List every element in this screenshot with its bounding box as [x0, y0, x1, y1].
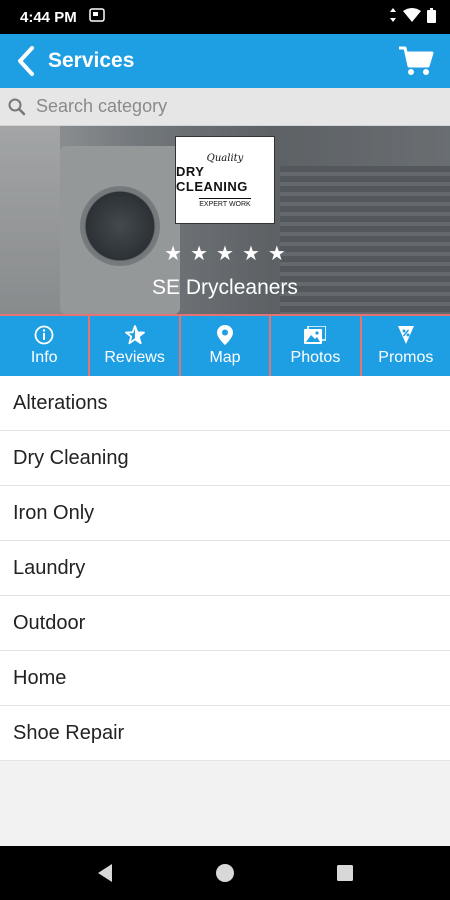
- category-list: Alterations Dry Cleaning Iron Only Laund…: [0, 376, 450, 761]
- status-bar: 4:44 PM: [0, 0, 450, 34]
- page-title: Services: [48, 49, 135, 72]
- battery-icon: [427, 7, 436, 27]
- star-icon: ★: [190, 243, 209, 265]
- list-item[interactable]: Laundry: [0, 541, 450, 596]
- tab-label: Info: [30, 349, 58, 366]
- circle-home-icon: [216, 864, 234, 882]
- tab-label: Promos: [378, 349, 434, 366]
- nav-recents-button[interactable]: [330, 858, 360, 888]
- cart-icon: [399, 46, 434, 75]
- promo-icon: [397, 325, 415, 345]
- map-pin-icon: [217, 325, 234, 345]
- tab-map[interactable]: Map: [180, 316, 272, 376]
- tab-bar: Info Reviews Map Photos Promos: [0, 314, 450, 376]
- star-icon: ★: [267, 243, 286, 265]
- status-time: 4:44 PM: [20, 8, 77, 26]
- chevron-left-icon: [18, 46, 34, 76]
- star-icon: [124, 325, 145, 345]
- star-icon: ★: [164, 243, 183, 265]
- data-arrows-icon: [389, 8, 397, 26]
- tab-reviews[interactable]: Reviews: [90, 316, 181, 376]
- search-icon: [8, 98, 26, 115]
- search-input[interactable]: [36, 96, 416, 117]
- info-icon: [34, 325, 54, 345]
- square-recents-icon: [337, 865, 353, 881]
- notification-icon: [88, 8, 105, 26]
- star-icon: ★: [216, 243, 234, 265]
- nav-back-button[interactable]: [90, 858, 120, 888]
- business-logo: Quality DRY CLEANING EXPERT WORK: [175, 136, 275, 224]
- tab-label: Map: [209, 349, 241, 366]
- system-nav-bar: [0, 846, 450, 900]
- search-bar: [0, 88, 450, 126]
- tab-label: Reviews: [104, 349, 165, 366]
- cart-button[interactable]: [394, 39, 438, 83]
- app-bar: Services: [0, 34, 450, 88]
- list-item[interactable]: Outdoor: [0, 596, 450, 651]
- list-item[interactable]: Home: [0, 651, 450, 706]
- tab-photos[interactable]: Photos: [271, 316, 362, 376]
- business-name: SE Drycleaners: [152, 276, 298, 299]
- triangle-back-icon: [98, 864, 112, 882]
- list-item[interactable]: Shoe Repair: [0, 706, 450, 761]
- rating-stars: ★ ★ ★ ★ ★: [0, 244, 450, 264]
- tab-label: Photos: [290, 349, 341, 366]
- wifi-icon: [403, 8, 421, 26]
- logo-bottom-text: EXPERT WORK: [199, 197, 251, 208]
- logo-mid-text: DRY CLEANING: [176, 163, 248, 194]
- photos-icon: [304, 325, 327, 345]
- list-item[interactable]: Dry Cleaning: [0, 431, 450, 486]
- back-button[interactable]: [12, 41, 40, 81]
- list-item[interactable]: Alterations: [0, 376, 450, 431]
- nav-home-button[interactable]: [210, 858, 240, 888]
- list-item[interactable]: Iron Only: [0, 486, 450, 541]
- logo-top-text: Quality: [206, 152, 244, 164]
- tab-info[interactable]: Info: [0, 316, 91, 376]
- tab-promos[interactable]: Promos: [361, 316, 450, 376]
- status-icons: [389, 7, 436, 27]
- star-icon: ★: [241, 243, 260, 265]
- hero-banner: Quality DRY CLEANING EXPERT WORK ★ ★ ★ ★…: [0, 126, 450, 314]
